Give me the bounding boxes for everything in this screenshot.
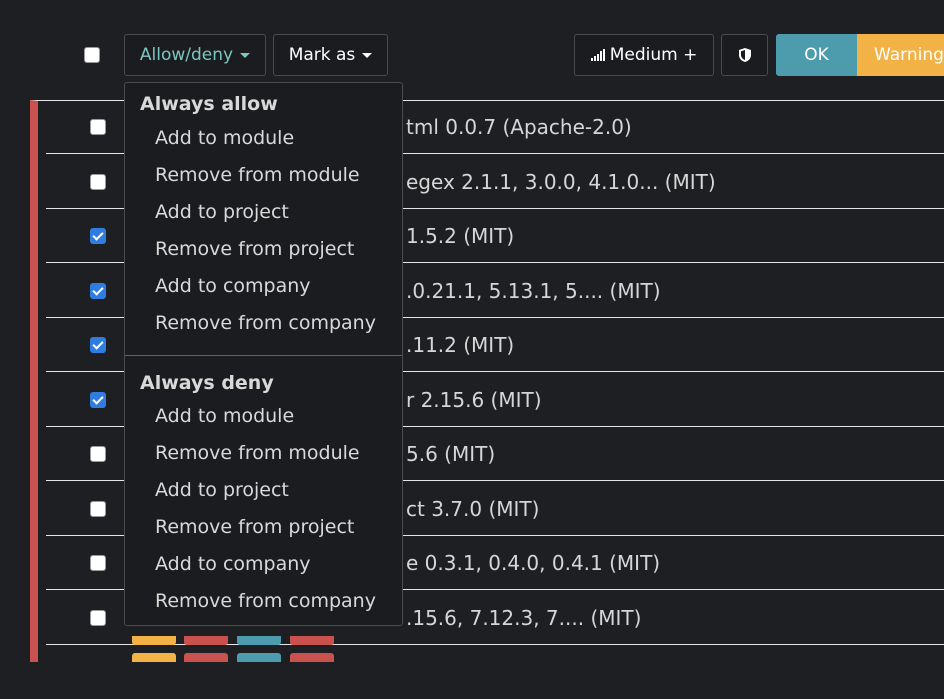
allow-deny-dropdown-button[interactable]: Allow/deny <box>124 34 266 76</box>
package-name-version: 5.6 (MIT) <box>406 442 496 466</box>
deny-add-to-module[interactable]: Add to module <box>155 405 294 427</box>
allow-add-to-module[interactable]: Add to module <box>155 127 294 149</box>
status-tag[interactable] <box>237 653 281 662</box>
status-tag[interactable] <box>184 653 228 662</box>
deny-remove-from-module[interactable]: Remove from module <box>155 442 360 464</box>
status-tag[interactable] <box>290 636 334 645</box>
package-name-version: r 2.15.6 (MIT) <box>406 387 542 412</box>
row-checkbox[interactable] <box>90 228 106 244</box>
deny-remove-from-company[interactable]: Remove from company <box>155 590 376 612</box>
warning-filter-button[interactable]: Warning <box>857 34 944 76</box>
ok-filter-button[interactable]: OK <box>776 34 857 76</box>
mark-as-dropdown-button[interactable]: Mark as <box>273 34 388 76</box>
package-name-version: .0.21.1, 5.13.1, 5.... (MIT) <box>406 278 661 303</box>
row-checkbox[interactable] <box>90 446 106 462</box>
allow-remove-from-project[interactable]: Remove from project <box>155 238 354 260</box>
row-checkbox[interactable] <box>90 337 106 353</box>
severity-filter-label: Medium + <box>609 45 698 65</box>
package-name-version: .15.6, 7.12.3, 7.... (MIT) <box>406 605 642 630</box>
status-tag[interactable] <box>132 653 176 662</box>
allow-deny-menu: Always allow Add to module Remove from m… <box>124 82 403 626</box>
deny-add-to-company[interactable]: Add to company <box>155 553 311 575</box>
package-name-version: .11.2 (MIT) <box>406 333 515 357</box>
row-checkbox[interactable] <box>90 119 106 135</box>
table-row <box>46 646 944 699</box>
status-tag[interactable] <box>184 636 228 645</box>
allow-remove-from-module[interactable]: Remove from module <box>155 164 360 186</box>
allow-add-to-project[interactable]: Add to project <box>155 201 289 223</box>
row-checkbox[interactable] <box>90 500 106 517</box>
mark-as-label: Mark as <box>288 45 356 65</box>
row-checkbox[interactable] <box>90 391 106 408</box>
status-tag[interactable] <box>132 636 176 645</box>
severity-filter-button[interactable]: Medium + <box>574 34 714 76</box>
allow-deny-label: Allow/deny <box>139 45 234 65</box>
status-tag[interactable] <box>290 653 334 662</box>
signal-bars-icon <box>590 49 605 61</box>
row-checkbox[interactable] <box>90 555 106 571</box>
package-name-version: tml 0.0.7 (Apache-2.0) <box>406 115 632 139</box>
status-tag[interactable] <box>237 636 281 645</box>
shield-icon <box>738 48 751 62</box>
caret-down-icon <box>362 52 373 58</box>
shield-filter-button[interactable] <box>721 34 768 76</box>
menu-divider <box>125 355 402 356</box>
row-checkbox[interactable] <box>90 282 106 299</box>
allow-remove-from-company[interactable]: Remove from company <box>155 312 376 334</box>
package-name-version: egex 2.1.1, 3.0.0, 4.1.0... (MIT) <box>406 169 716 194</box>
row-checkbox[interactable] <box>90 173 106 190</box>
always-deny-header: Always deny <box>140 372 274 394</box>
deny-remove-from-project[interactable]: Remove from project <box>155 516 354 538</box>
select-all-checkbox[interactable] <box>84 47 100 63</box>
deny-add-to-project[interactable]: Add to project <box>155 479 289 501</box>
always-allow-header: Always allow <box>140 93 278 115</box>
ok-filter-label: OK <box>804 45 829 65</box>
allow-add-to-company[interactable]: Add to company <box>155 275 311 297</box>
package-name-version: ct 3.7.0 (MIT) <box>406 496 540 521</box>
package-name-version: e 0.3.1, 0.4.0, 0.4.1 (MIT) <box>406 551 661 575</box>
package-name-version: 1.5.2 (MIT) <box>406 224 515 248</box>
row-checkbox[interactable] <box>90 609 106 626</box>
caret-down-icon <box>240 52 251 58</box>
warning-filter-label: Warning <box>874 45 944 65</box>
